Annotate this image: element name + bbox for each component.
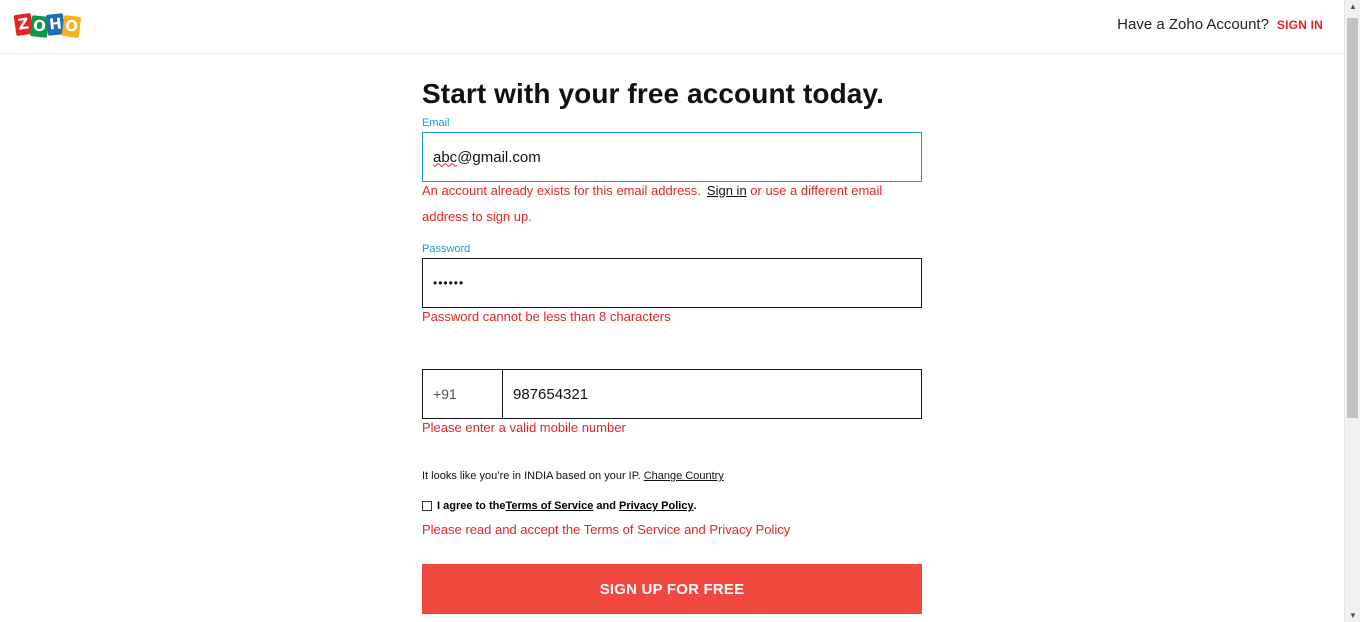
- terms-agreement: I agree to the Terms of Service and Priv…: [422, 500, 697, 512]
- password-field[interactable]: ••••••: [422, 258, 922, 308]
- ip-note-prefix: It looks like you’re in: [422, 470, 525, 482]
- email-error-line2: address to sign up.: [422, 209, 532, 224]
- terms-checkbox[interactable]: [422, 501, 432, 511]
- mobile-number-input[interactable]: 987654321: [503, 370, 921, 418]
- agree-and: and: [593, 500, 619, 512]
- scroll-thumb[interactable]: [1347, 18, 1358, 418]
- logo-letter-o2: O: [61, 15, 82, 38]
- phone-field-group: +91 987654321: [422, 369, 922, 419]
- header-account-area: Have a Zoho Account? SIGN IN: [1117, 16, 1323, 33]
- country-code-select[interactable]: +91: [423, 370, 503, 418]
- email-value-rest: @gmail.com: [457, 148, 541, 166]
- email-error: An account already exists for this email…: [422, 178, 882, 204]
- top-header: Z O H O Have a Zoho Account? SIGN IN: [0, 0, 1344, 54]
- zoho-logo[interactable]: Z O H O: [13, 12, 82, 38]
- email-error-suffix: or use a different email: [746, 183, 883, 198]
- agree-prefix: I agree to the: [437, 500, 506, 512]
- change-country-link[interactable]: Change Country: [644, 470, 724, 482]
- signup-form: Start with your free account today. Emai…: [422, 76, 922, 614]
- terms-of-service-link[interactable]: Terms of Service: [505, 500, 593, 512]
- have-account-text: Have a Zoho Account?: [1117, 16, 1269, 33]
- email-value-misspelled: abc: [433, 148, 458, 166]
- scroll-up-arrow-icon[interactable]: ▲: [1349, 2, 1357, 11]
- vertical-scrollbar[interactable]: ▲ ▼: [1344, 0, 1360, 622]
- privacy-policy-link[interactable]: Privacy Policy: [619, 500, 694, 512]
- ip-note-country: INDIA: [524, 470, 553, 482]
- terms-error: Please read and accept the Terms of Serv…: [422, 522, 791, 537]
- email-error-text: An account already exists for this email…: [422, 183, 701, 198]
- scroll-down-arrow-icon[interactable]: ▼: [1349, 611, 1357, 620]
- page-title: Start with your free account today.: [422, 78, 884, 109]
- password-label: Password: [422, 243, 471, 255]
- email-error-signin-link[interactable]: Sign in: [707, 183, 747, 198]
- ip-location-note: It looks like you’re in INDIA based on y…: [422, 470, 724, 482]
- sign-up-button[interactable]: SIGN UP FOR FREE: [422, 564, 922, 614]
- email-label: Email: [422, 117, 450, 129]
- phone-error: Please enter a valid mobile number: [422, 420, 626, 435]
- password-error: Password cannot be less than 8 character…: [422, 309, 671, 324]
- sign-in-link[interactable]: SIGN IN: [1277, 18, 1323, 32]
- ip-note-suffix: based on your IP.: [552, 470, 641, 482]
- agree-suffix: .: [693, 500, 697, 512]
- email-field[interactable]: abc @gmail.com: [422, 132, 922, 182]
